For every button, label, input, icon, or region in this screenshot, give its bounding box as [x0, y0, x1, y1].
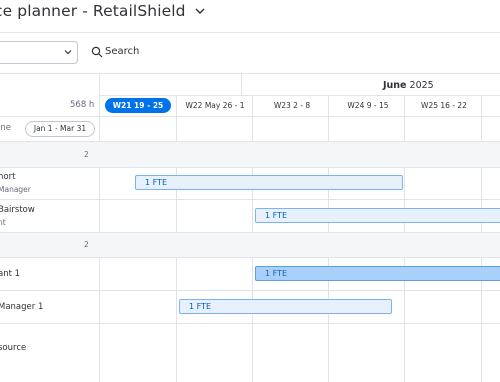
month-row-border: [100, 95, 500, 96]
month-divider: [241, 73, 242, 95]
search-icon[interactable]: [91, 46, 103, 58]
row-border: [0, 167, 500, 168]
week-column-header[interactable]: W23 2 - 8: [254, 98, 330, 113]
group-count: 2: [84, 150, 89, 159]
chevron-down-icon: [64, 50, 72, 55]
resource-name[interactable]: source: [0, 343, 26, 353]
page-title: ce planner - RetailShield: [0, 2, 186, 20]
resource-role: Manager: [0, 185, 31, 194]
row-border: [0, 199, 500, 200]
week-column-header[interactable]: W21 19 - 25: [105, 98, 171, 113]
row-border: [0, 323, 500, 324]
group-count: 2: [84, 240, 89, 249]
resource-name[interactable]: ant 1: [0, 269, 20, 279]
chevron-down-icon[interactable]: [194, 5, 206, 17]
resource-name[interactable]: hort: [0, 172, 15, 182]
resource-name[interactable]: Manager 1: [0, 302, 43, 312]
header-divider: [0, 32, 500, 33]
week-column-header[interactable]: W24 9 - 15: [330, 98, 406, 113]
date-range-button[interactable]: Jan 1 - Mar 31: [25, 121, 95, 137]
group-header[interactable]: [0, 142, 500, 167]
allocation-bar[interactable]: 1 FTE: [135, 175, 403, 190]
resource-name[interactable]: Bairstow: [0, 205, 35, 215]
week-column-header[interactable]: W22 May 26 - 1: [177, 98, 253, 113]
group-header[interactable]: [0, 233, 500, 257]
total-hours: 568 h: [70, 100, 95, 110]
timeline-label: ine: [0, 123, 11, 133]
search-button[interactable]: Search: [105, 46, 139, 57]
sidebar-divider: [99, 73, 100, 382]
week-column-header[interactable]: W25 16 - 22: [406, 98, 482, 113]
allocation-bar[interactable]: 1 FTE: [179, 299, 392, 314]
month-label: June 2025: [383, 80, 434, 91]
row-border: [0, 257, 500, 258]
resource-role: nt: [0, 218, 6, 227]
allocation-bar[interactable]: 1 FTE: [255, 266, 500, 281]
week-row-border: [0, 116, 500, 117]
allocation-bar[interactable]: 1 FTE: [255, 208, 500, 223]
row-border: [0, 290, 500, 291]
timeline-top-border: [0, 73, 500, 74]
